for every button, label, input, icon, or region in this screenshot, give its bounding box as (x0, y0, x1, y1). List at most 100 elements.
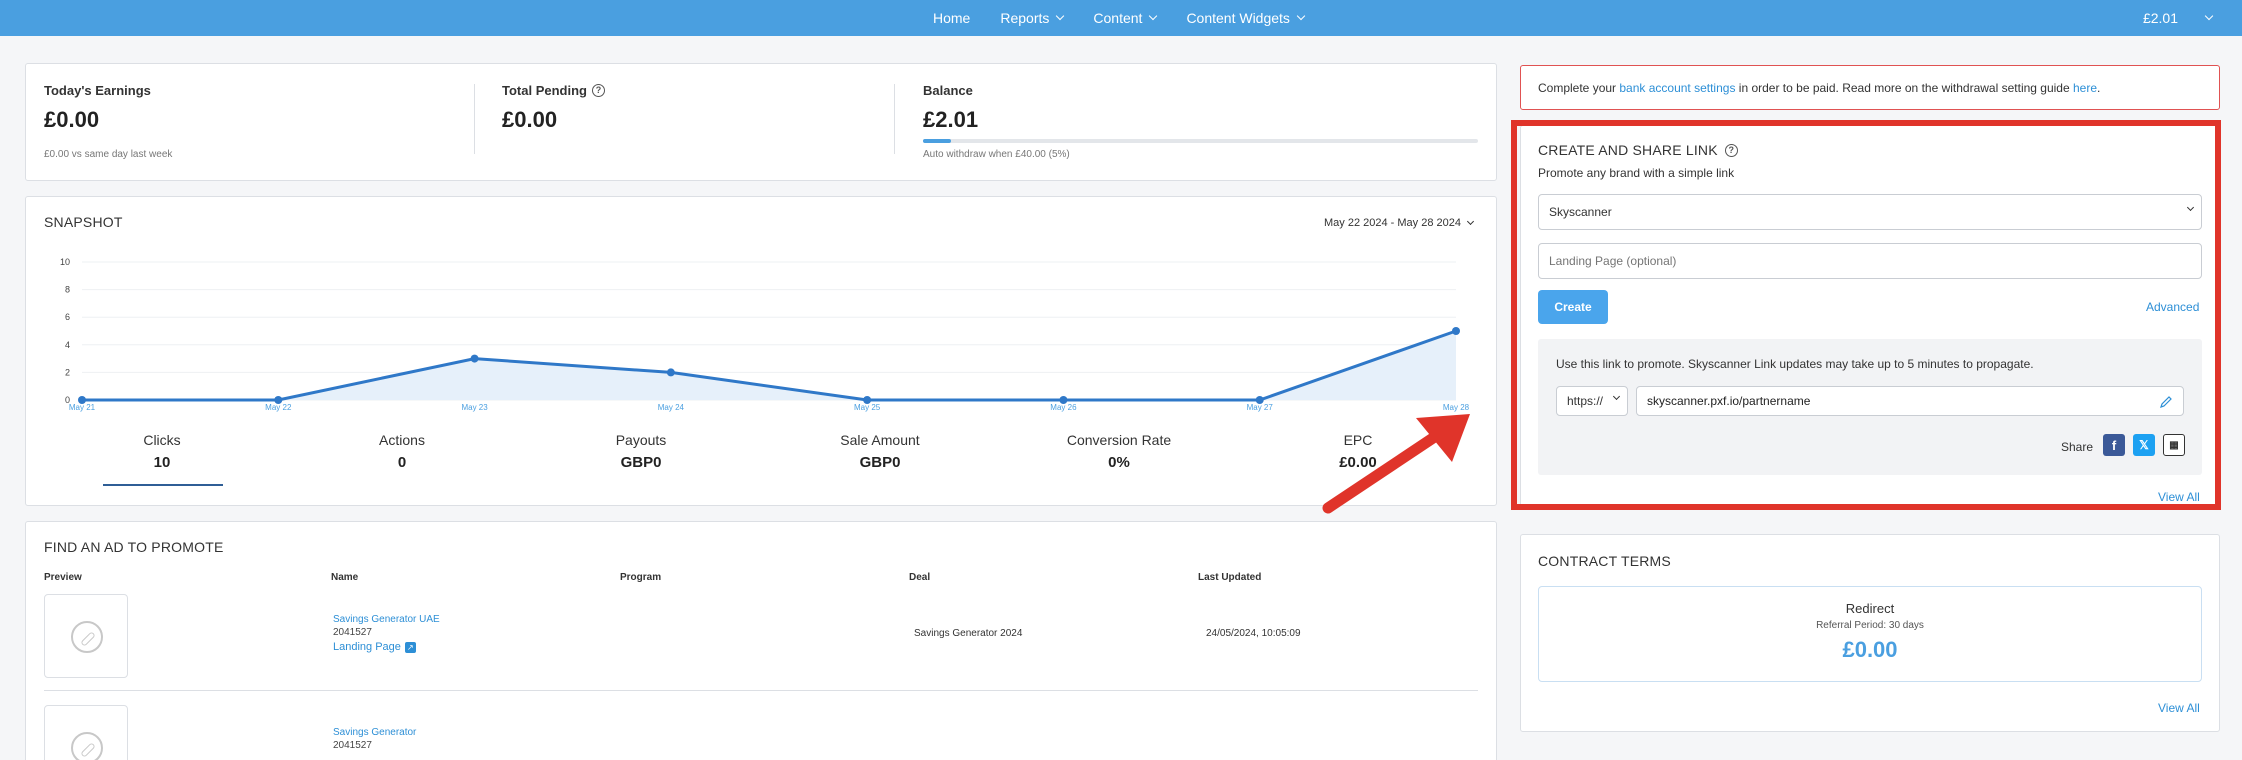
nav-home[interactable]: Home (933, 10, 970, 26)
column-name: Name (331, 572, 359, 583)
x-tick-label: May 21 (69, 403, 96, 412)
chevron-down-icon (1296, 11, 1306, 21)
metric-clicks[interactable]: Clicks 10 (82, 432, 242, 471)
find-ad-card (25, 521, 1497, 760)
contract-term-box: Redirect Referral Period: 30 days £0.00 (1538, 586, 2202, 682)
ad-name-link[interactable]: Savings Generator (333, 727, 416, 738)
chevron-down-icon (1612, 392, 1621, 401)
chevron-down-icon (1149, 11, 1158, 21)
link-placeholder-icon (71, 732, 103, 760)
y-tick-label: 2 (65, 367, 70, 377)
y-tick-label: 6 (65, 312, 70, 322)
view-all-links[interactable]: View All (2158, 490, 2200, 504)
nav-reports[interactable]: Reports (1000, 10, 1065, 26)
help-icon[interactable]: ? (591, 84, 605, 97)
x-tick-label: May 24 (658, 403, 685, 412)
view-all-contracts[interactable]: View All (2158, 701, 2200, 715)
x-tick-label: May 25 (854, 403, 881, 412)
edit-pencil-icon[interactable] (2159, 395, 2173, 409)
column-last-updated: Last Updated (1198, 572, 1262, 583)
contract-type: Redirect (1845, 601, 1895, 616)
contract-amount: £0.00 (1842, 637, 1898, 662)
landing-page-link[interactable]: Landing Page ↗ (333, 641, 416, 653)
help-icon[interactable]: ? (1724, 143, 1738, 157)
facebook-icon[interactable]: f (2103, 434, 2125, 456)
external-link-icon: ↗ (404, 641, 416, 653)
column-deal: Deal (909, 572, 931, 583)
ad-id: 2041527 (333, 740, 372, 751)
date-range-picker[interactable]: May 22 2024 - May 28 2024 (1324, 217, 1475, 229)
balance-progress-bar (923, 139, 1478, 143)
top-navigation-bar: Home Reports Content Content Widgets £2.… (0, 0, 2242, 36)
total-pending: Total Pending? £0.00 (502, 83, 605, 133)
x-tick-label: May 27 (1247, 403, 1274, 412)
protocol-select[interactable]: https:// (1556, 386, 1628, 416)
ad-last-updated: 24/05/2024, 10:05:09 (1206, 628, 1301, 639)
generated-url-field[interactable]: skyscanner.pxf.io/partnername (1636, 386, 2184, 416)
x-twitter-icon[interactable]: 𝕏 (2133, 434, 2155, 456)
data-point (1452, 327, 1460, 335)
metric-actions[interactable]: Actions 0 (322, 432, 482, 471)
create-share-subtitle: Promote any brand with a simple link (1538, 166, 1735, 180)
x-tick-label: May 26 (1050, 403, 1077, 412)
ad-id: 2041527 (333, 627, 372, 638)
ad-name-link[interactable]: Savings Generator UAE (333, 614, 440, 625)
create-share-title: CREATE AND SHARE LINK (1538, 142, 1718, 158)
row-divider (44, 690, 1478, 691)
x-tick-label: May 23 (461, 403, 488, 412)
y-tick-label: 8 (65, 285, 70, 295)
balance: Balance £2.01 (923, 83, 978, 133)
snapshot-chart: 0246810May 21 May 22 May 23 May 24 May 25 May… (60, 257, 1470, 412)
total-pending-label: Total Pending (502, 83, 587, 98)
balance-label: Balance (923, 83, 973, 98)
nav-content-widgets[interactable]: Content Widgets (1186, 10, 1306, 26)
balance-value: £2.01 (923, 107, 979, 132)
bank-account-settings-link[interactable]: bank account settings (1619, 81, 1735, 95)
series-area (82, 331, 1456, 400)
todays-earnings: Today's Earnings £0.00 (44, 83, 151, 133)
brand-select[interactable]: Skyscanner (1538, 194, 2202, 230)
snapshot-title: SNAPSHOT (44, 214, 123, 230)
main-menu: Home Reports Content Content Widgets (933, 0, 1306, 36)
data-point (470, 354, 479, 363)
metric-conversion-rate[interactable]: Conversion Rate 0% (1039, 432, 1199, 471)
referral-period: Referral Period: 30 days (1816, 620, 1924, 631)
link-placeholder-icon (71, 621, 103, 653)
auto-withdraw-note: Auto withdraw when £40.00 (5%) (923, 149, 1070, 160)
chevron-down-icon (1056, 11, 1065, 21)
account-balance-menu[interactable]: £2.01 (2142, 0, 2214, 36)
data-point (666, 368, 675, 377)
landing-page-input[interactable] (1538, 243, 2202, 279)
contract-terms-title: CONTRACT TERMS (1538, 553, 1671, 569)
column-program: Program (620, 572, 662, 583)
divider (474, 84, 475, 154)
red-arrow-annotation (1322, 414, 1470, 514)
advanced-link[interactable]: Advanced (2146, 300, 2199, 314)
find-ad-title: FIND AN AD TO PROMOTE (44, 539, 224, 555)
x-tick-label: May 22 (265, 403, 292, 412)
withdrawal-guide-link[interactable]: here (2073, 81, 2097, 95)
ad-preview-thumbnail[interactable] (44, 594, 128, 678)
todays-earnings-value: £0.00 (44, 107, 100, 132)
create-share-header: CREATE AND SHARE LINK ? (1538, 142, 1738, 158)
column-preview: Preview (44, 572, 82, 583)
bank-settings-notice: Complete your bank account settings in o… (1520, 65, 2220, 110)
total-pending-value: £0.00 (502, 107, 558, 132)
metric-sale-amount[interactable]: Sale Amount GBP0 (800, 432, 960, 471)
share-label: Share (2061, 440, 2094, 454)
qr-code-icon[interactable]: ▦ (2163, 434, 2185, 456)
divider (894, 84, 895, 154)
y-tick-label: 10 (60, 257, 70, 267)
nav-content[interactable]: Content (1093, 10, 1158, 26)
balance-progress-fill (923, 139, 951, 143)
ad-preview-thumbnail[interactable] (44, 705, 128, 760)
date-range-label: May 22 2024 - May 28 2024 (1324, 217, 1461, 229)
chevron-down-icon (2204, 11, 2214, 21)
chevron-down-icon (1466, 217, 1475, 225)
metric-payouts[interactable]: Payouts GBP0 (561, 432, 721, 471)
y-tick-label: 4 (65, 340, 70, 350)
ad-deal: Savings Generator 2024 (914, 628, 1023, 639)
earnings-summary-card: Today's Earnings £0.00 £0.00 vs same day… (25, 63, 1497, 181)
create-button[interactable]: Create (1538, 290, 1608, 324)
nav-balance: £2.01 (2142, 10, 2178, 26)
